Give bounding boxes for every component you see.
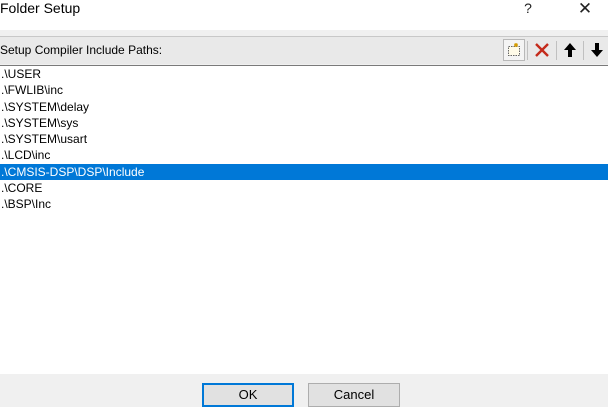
- move-down-button[interactable]: [586, 39, 608, 61]
- delete-button[interactable]: [531, 39, 553, 61]
- include-paths-list[interactable]: .\USER .\FWLIB\inc .\SYSTEM\delay .\SYSTEM\…: [0, 65, 608, 375]
- close-button[interactable]: ✕: [562, 0, 608, 17]
- toolbar-separator: [556, 41, 557, 60]
- toolbar-separator: [583, 41, 584, 60]
- path-list-item[interactable]: .\SYSTEM\delay: [0, 99, 608, 115]
- path-list-item[interactable]: .\FWLIB\inc: [0, 82, 608, 98]
- path-list-item[interactable]: .\SYSTEM\usart: [0, 131, 608, 147]
- move-up-icon: [564, 43, 576, 57]
- path-list-item[interactable]: .\BSP\Inc: [0, 196, 608, 212]
- path-list-item[interactable]: .\SYSTEM\sys: [0, 115, 608, 131]
- move-up-button[interactable]: [559, 39, 581, 61]
- ok-button[interactable]: OK: [202, 383, 294, 407]
- include-paths-header: Setup Compiler Include Paths:: [0, 36, 608, 64]
- dialog-button-bar: OK Cancel: [0, 374, 608, 407]
- window-title: Folder Setup: [0, 0, 81, 16]
- path-list-item[interactable]: .\USER: [0, 66, 608, 82]
- toolbar-separator: [527, 41, 528, 60]
- path-list-item[interactable]: .\CORE: [0, 180, 608, 196]
- new-folder-icon: [508, 43, 520, 56]
- new-folder-button[interactable]: [503, 39, 525, 61]
- help-button[interactable]: ?: [508, 0, 548, 17]
- move-down-icon: [591, 43, 603, 57]
- path-list-item[interactable]: .\CMSIS-DSP\DSP\Include: [0, 163, 608, 181]
- path-list-item[interactable]: .\LCD\inc: [0, 147, 608, 163]
- include-paths-label: Setup Compiler Include Paths:: [0, 43, 163, 57]
- title-bar: Folder Setup ? ✕: [0, 0, 608, 30]
- cancel-button[interactable]: Cancel: [308, 383, 400, 407]
- delete-icon: [535, 43, 549, 57]
